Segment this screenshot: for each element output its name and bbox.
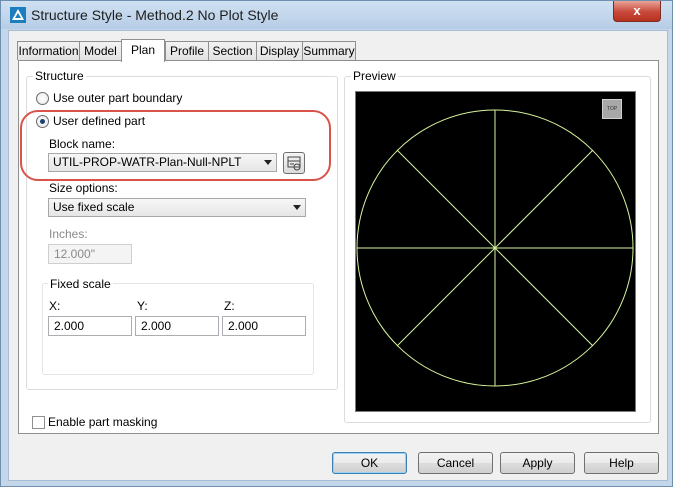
tab-display[interactable]: Display: [256, 41, 303, 60]
scale-z-field[interactable]: 2.000: [222, 316, 306, 336]
block-browse-icon: [287, 156, 301, 171]
chevron-down-icon: [293, 205, 301, 210]
close-button[interactable]: x: [613, 1, 661, 22]
scale-z-label: Z:: [224, 299, 235, 313]
tab-section[interactable]: Section: [208, 41, 257, 60]
tab-profile[interactable]: Profile: [165, 41, 209, 60]
preview-viewport[interactable]: TOP: [355, 91, 636, 412]
scale-y-field[interactable]: 2.000: [135, 316, 219, 336]
scale-y-label: Y:: [137, 299, 148, 313]
size-options-dropdown[interactable]: Use fixed scale: [48, 198, 306, 217]
block-name-value: UTIL-PROP-WATR-Plan-Null-NPLT: [53, 155, 242, 169]
dialog-client-area: Information Model Plan Profile Section D…: [8, 30, 668, 481]
help-button[interactable]: Help: [584, 452, 659, 474]
apply-button[interactable]: Apply: [500, 452, 575, 474]
tab-model[interactable]: Model: [79, 41, 122, 60]
civil3d-app-icon: [10, 7, 26, 23]
window-title: Structure Style - Method.2 No Plot Style: [31, 7, 279, 23]
scale-x-field[interactable]: 2.000: [48, 316, 132, 336]
block-name-label: Block name:: [49, 137, 116, 151]
tab-information[interactable]: Information: [17, 41, 80, 60]
structure-preview-drawing: [356, 109, 634, 387]
block-name-dropdown[interactable]: UTIL-PROP-WATR-Plan-Null-NPLT: [48, 153, 277, 172]
enable-part-masking-label[interactable]: Enable part masking: [48, 415, 157, 429]
title-bar[interactable]: Structure Style - Method.2 No Plot Style…: [1, 1, 672, 29]
chevron-down-icon: [264, 160, 272, 165]
browse-block-button[interactable]: [283, 152, 305, 174]
ok-button[interactable]: OK: [332, 452, 407, 474]
view-cube-icon[interactable]: TOP: [602, 99, 622, 119]
enable-part-masking-checkbox[interactable]: [32, 416, 45, 429]
plan-tab-page: Structure Use outer part boundary User d…: [18, 60, 659, 434]
dialog-window: Structure Style - Method.2 No Plot Style…: [0, 0, 673, 487]
inches-label: Inches:: [49, 227, 88, 241]
inches-field[interactable]: 12.000": [48, 244, 132, 264]
size-options-value: Use fixed scale: [53, 200, 135, 214]
scale-x-label: X:: [49, 299, 61, 313]
cancel-button[interactable]: Cancel: [418, 452, 493, 474]
use-outer-boundary-label[interactable]: Use outer part boundary: [53, 91, 182, 105]
size-options-label: Size options:: [49, 181, 118, 195]
structure-group-label: Structure: [33, 69, 86, 83]
preview-label: Preview: [351, 69, 398, 83]
fixed-scale-label: Fixed scale: [48, 277, 113, 291]
use-outer-boundary-radio[interactable]: [36, 92, 49, 105]
tab-plan[interactable]: Plan: [121, 39, 165, 62]
tab-summary[interactable]: Summary: [302, 41, 356, 60]
